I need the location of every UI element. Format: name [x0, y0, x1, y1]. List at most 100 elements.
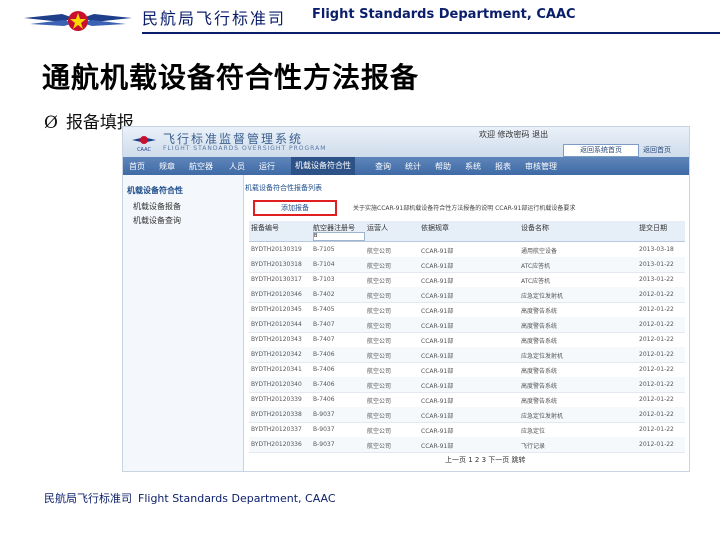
table-cell: 航空公司	[367, 308, 392, 315]
nav-item[interactable]: 规章	[159, 161, 175, 172]
nav-item[interactable]: 帮助	[435, 161, 451, 172]
nav-item[interactable]: 首页	[129, 161, 145, 172]
table-cell: B-9037	[313, 441, 335, 448]
nav-item[interactable]: 查询	[375, 161, 391, 172]
footer-department-cn: 民航局飞行标准司	[44, 492, 132, 505]
app-logo-text: CAAC	[137, 147, 151, 153]
column-header: 设备名称	[521, 224, 549, 232]
bullet-item: Ø 报备填报	[44, 108, 134, 133]
nav-item[interactable]: 报表	[495, 161, 511, 172]
top-links[interactable]: 欢迎 修改密码 退出	[479, 129, 548, 140]
table-cell: 2012-01-22	[639, 366, 674, 373]
table-cell: CCAR-91部	[421, 368, 454, 375]
table-cell: 航空公司	[367, 338, 392, 345]
column-header: 提交日期	[639, 224, 667, 232]
table-cell: 航空公司	[367, 368, 392, 375]
nav-item[interactable]: 审核管理	[525, 161, 557, 172]
table-row[interactable]: BYDTH20120345 B-7405 航空公司 CCAR-91部 高度警告系统 201…	[249, 302, 685, 318]
table-cell: B-7406	[313, 366, 335, 373]
table-cell: CCAR-91部	[421, 308, 454, 315]
table-row[interactable]: BYDTH20120343 B-7407 航空公司 CCAR-91部 高度警告系统 201…	[249, 332, 685, 348]
table-cell: 2012-01-22	[639, 336, 674, 343]
table-cell: 航空公司	[367, 278, 392, 285]
table-cell: 2012-01-22	[639, 351, 674, 358]
return-home-button[interactable]: 返回系统首页	[563, 144, 639, 157]
filter-registration-input[interactable]: B	[313, 232, 365, 241]
table-row[interactable]: BYDTH20120336 B-9037 航空公司 CCAR-91部 飞行记录 2012-…	[249, 437, 685, 453]
column-header: 依据规章	[421, 224, 449, 232]
table-cell: CCAR-91部	[421, 443, 454, 450]
table-row[interactable]: BYDTH20120337 B-9037 航空公司 CCAR-91部 应急定位 2012-…	[249, 422, 685, 438]
table-row[interactable]: BYDTH20120341 B-7406 航空公司 CCAR-91部 高度警告系统 201…	[249, 362, 685, 378]
table-cell: 2012-01-22	[639, 396, 674, 403]
table-cell: CCAR-91部	[421, 323, 454, 330]
nav-item[interactable]: 运行	[259, 161, 275, 172]
table-cell: BYDTH20120346	[251, 291, 302, 298]
table-cell: 2013-03-18	[639, 246, 674, 253]
table-cell: CCAR-91部	[421, 278, 454, 285]
table-cell: 航空公司	[367, 398, 392, 405]
table-cell: 高度警告系统	[521, 383, 558, 390]
table-cell: CCAR-91部	[421, 248, 454, 255]
table-cell: BYDTH20120345	[251, 306, 302, 313]
list-title: 机载设备符合性报备列表	[245, 184, 322, 192]
table-cell: B-7105	[313, 246, 335, 253]
table-row[interactable]: BYDTH20130319 B-7105 航空公司 CCAR-91部 通用航空设备 201…	[249, 242, 685, 258]
table-cell: 2012-01-22	[639, 411, 674, 418]
nav-item-active[interactable]: 机载设备符合性	[291, 157, 355, 175]
table-cell: B-7406	[313, 396, 335, 403]
table-cell: 航空公司	[367, 293, 392, 300]
sidebar-item-query[interactable]: 机载设备查询	[133, 215, 181, 226]
table-row[interactable]: BYDTH20120340 B-7406 航空公司 CCAR-91部 高度警告系统 201…	[249, 377, 685, 393]
table-cell: B-7402	[313, 291, 335, 298]
table-row[interactable]: BYDTH20120339 B-7406 航空公司 CCAR-91部 高度警告系统 201…	[249, 392, 685, 408]
table-row[interactable]: BYDTH20120346 B-7402 航空公司 CCAR-91部 应急定位发射机 20…	[249, 287, 685, 303]
table-cell: B-7407	[313, 321, 335, 328]
table-cell: B-7407	[313, 336, 335, 343]
table-cell: 高度警告系统	[521, 338, 558, 345]
table-cell: 航空公司	[367, 248, 392, 255]
table-row[interactable]: BYDTH20120342 B-7406 航空公司 CCAR-91部 应急定位发射机 20…	[249, 347, 685, 363]
nav-item[interactable]: 系统	[465, 161, 481, 172]
table-row[interactable]: BYDTH20130318 B-7104 航空公司 CCAR-91部 ATC应答机 201…	[249, 257, 685, 273]
nav-item[interactable]: 航空器	[189, 161, 213, 172]
nav-item[interactable]: 人员	[229, 161, 245, 172]
table-cell: BYDTH20130319	[251, 246, 302, 253]
slide-footer: 民航局飞行标准司 Flight Standards Department, CAA…	[44, 490, 336, 506]
slide-title: 通航机载设备符合性方法报备	[42, 61, 420, 94]
table-cell: 航空公司	[367, 383, 392, 390]
table-cell: BYDTH20120343	[251, 336, 302, 343]
table-cell: B-7103	[313, 276, 335, 283]
table-row[interactable]: BYDTH20120338 B-9037 航空公司 CCAR-91部 应急定位发射机 20…	[249, 407, 685, 423]
table-cell: CCAR-91部	[421, 428, 454, 435]
table-row[interactable]: BYDTH20130317 B-7103 航空公司 CCAR-91部 ATC应答机 201…	[249, 272, 685, 288]
table-cell: BYDTH20120340	[251, 381, 302, 388]
header-divider	[142, 32, 720, 34]
sidebar-item-report[interactable]: 机载设备报备	[133, 201, 181, 212]
app-header: CAAC 飞行标准监督管理系统 FLIGHT STANDARDS OVERSIG…	[123, 127, 689, 157]
return-link[interactable]: 返回首页	[643, 145, 671, 155]
table-cell: 航空公司	[367, 323, 392, 330]
table-cell: BYDTH20120336	[251, 441, 302, 448]
table-cell: 航空公司	[367, 428, 392, 435]
table-header: 报备编号 航空器注册号 运营人 依据规章 设备名称 提交日期 状态 操作 B 全…	[249, 221, 685, 242]
table-cell: 2012-01-22	[639, 426, 674, 433]
pagination[interactable]: 上一页 1 2 3 下一页 跳转	[445, 455, 526, 465]
sidebar-header: 机载设备符合性	[127, 186, 183, 195]
table-cell: 2012-01-22	[639, 291, 674, 298]
table-cell: B-9037	[313, 411, 335, 418]
column-header: 报备编号	[251, 224, 279, 232]
table-row[interactable]: BYDTH20120344 B-7407 航空公司 CCAR-91部 高度警告系统 201…	[249, 317, 685, 333]
footer-department-en: Flight Standards Department, CAAC	[138, 492, 336, 505]
main-nav: 首页 规章 航空器 人员 运行 机载设备符合性 查询 统计 帮助 系统 报表 审…	[123, 157, 689, 175]
table-cell: ATC应答机	[521, 263, 551, 270]
table-cell: BYDTH20120337	[251, 426, 302, 433]
table-cell: CCAR-91部	[421, 398, 454, 405]
nav-item[interactable]: 统计	[405, 161, 421, 172]
add-report-button[interactable]: 添加报备	[253, 200, 337, 216]
table-cell: 应急定位发射机	[521, 293, 564, 300]
caac-logo	[24, 11, 132, 31]
notice-links[interactable]: 关于实施CCAR-91部机载设备符合性方法报备的说明 CCAR-91部运行机载设…	[353, 203, 575, 212]
table-cell: BYDTH20130318	[251, 261, 302, 268]
table-cell: 应急定位发射机	[521, 353, 564, 360]
